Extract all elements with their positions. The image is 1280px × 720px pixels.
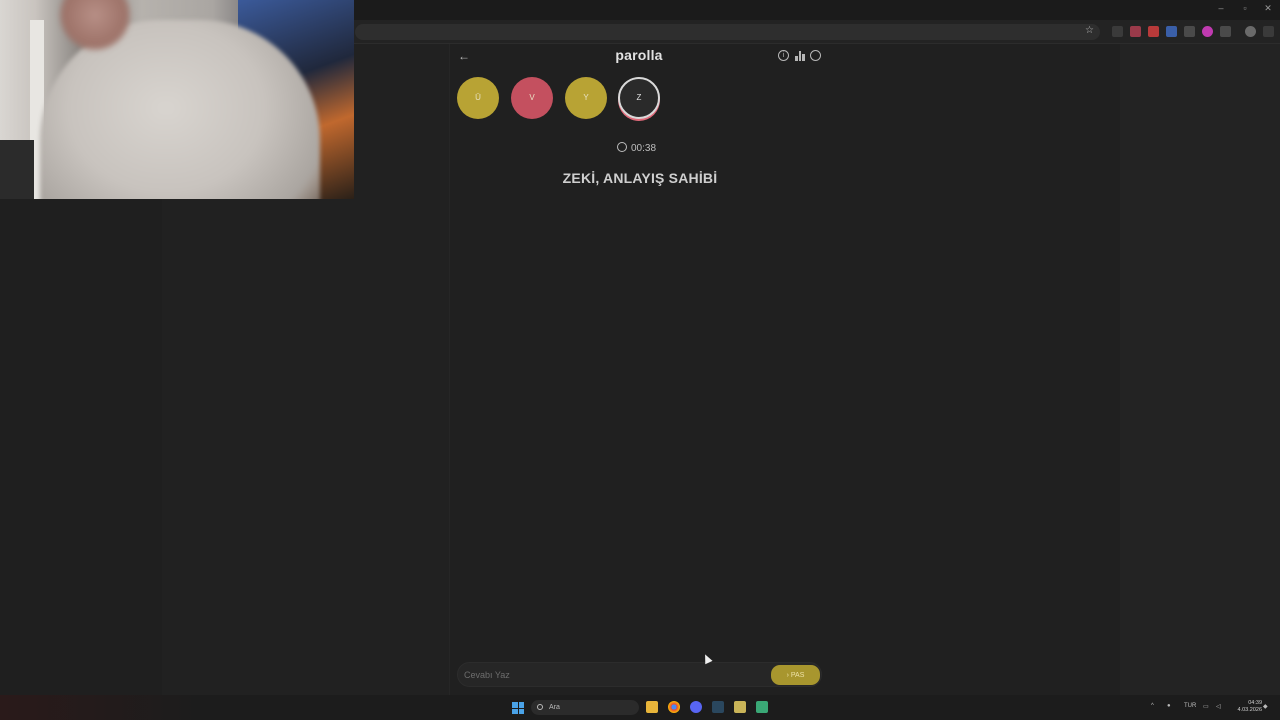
letter-bubble[interactable]: Ü — [457, 77, 499, 119]
clock-time: 04:39 — [1248, 700, 1262, 706]
file-explorer-icon[interactable] — [646, 701, 658, 713]
chrome-icon[interactable] — [668, 701, 680, 713]
taskbar: Ara ^ ● TUR ▭ ◁ 04:39 4.03.2026 ◆ — [0, 695, 1280, 720]
extension-icon[interactable] — [1148, 26, 1159, 37]
minimize-button[interactable]: – — [1214, 3, 1228, 13]
puzzle-icon[interactable] — [1220, 26, 1231, 37]
menu-dots-icon[interactable] — [1263, 26, 1274, 37]
answer-bar: › PAS — [457, 662, 822, 687]
webcam-overlay — [0, 0, 354, 199]
page-right-margin — [1120, 44, 1280, 695]
app-icon[interactable] — [734, 701, 746, 713]
profile-icon[interactable] — [810, 50, 821, 61]
letter-bubble[interactable]: V — [511, 77, 553, 119]
maximize-button[interactable]: ▫ — [1238, 3, 1252, 13]
back-arrow-icon[interactable]: ← — [456, 48, 472, 64]
letter-label: V — [529, 93, 535, 102]
clock-date: 4.03.2026 — [1237, 707, 1262, 713]
address-bar[interactable]: ☆ — [355, 24, 1100, 40]
timer-value: 00:38 — [631, 143, 657, 154]
volume-icon[interactable]: ◁ — [1216, 703, 1221, 710]
letter-bubble[interactable]: Y — [565, 77, 607, 119]
star-icon[interactable]: ☆ — [1085, 25, 1094, 36]
timer: 00:38 — [617, 142, 677, 154]
taskbar-search-placeholder: Ara — [549, 704, 560, 711]
letter-label: Ü — [475, 93, 481, 102]
steam-icon[interactable] — [712, 701, 724, 713]
question-text: ZEKİ, ANLAYIŞ SAHİBİ — [562, 170, 718, 186]
discord-icon[interactable] — [690, 701, 702, 713]
pass-button[interactable]: › PAS — [771, 665, 820, 685]
info-icon[interactable]: i — [778, 50, 789, 61]
answer-input[interactable] — [464, 667, 764, 683]
extension-icon[interactable] — [1166, 26, 1177, 37]
extension-icon[interactable] — [1202, 26, 1213, 37]
language-indicator[interactable]: TUR — [1184, 703, 1196, 709]
letter-bubble-active[interactable]: Z — [618, 77, 660, 119]
extension-icon[interactable] — [1184, 26, 1195, 37]
extension-icon[interactable] — [1112, 26, 1123, 37]
profile-avatar-icon[interactable] — [1245, 26, 1256, 37]
game-panel — [449, 44, 1120, 695]
taskbar-clock[interactable]: 04:39 4.03.2026 — [1226, 700, 1262, 714]
app-icon[interactable] — [756, 701, 768, 713]
clock-icon — [617, 142, 627, 152]
taskbar-search[interactable]: Ara — [531, 700, 639, 715]
extension-icon[interactable] — [1130, 26, 1141, 37]
microphone-icon[interactable]: ● — [1167, 703, 1171, 709]
search-icon — [537, 704, 543, 710]
letter-label: Z — [636, 93, 642, 102]
notification-bell-icon[interactable]: ◆ — [1263, 703, 1268, 710]
network-icon[interactable]: ▭ — [1203, 703, 1209, 710]
close-window-button[interactable]: ✕ — [1261, 3, 1275, 14]
windows-start-icon[interactable] — [512, 702, 524, 714]
app-logo[interactable]: parolla — [589, 47, 689, 63]
tray-chevron-icon[interactable]: ^ — [1151, 703, 1154, 709]
stats-icon[interactable] — [794, 50, 805, 61]
letter-label: Y — [583, 93, 589, 102]
